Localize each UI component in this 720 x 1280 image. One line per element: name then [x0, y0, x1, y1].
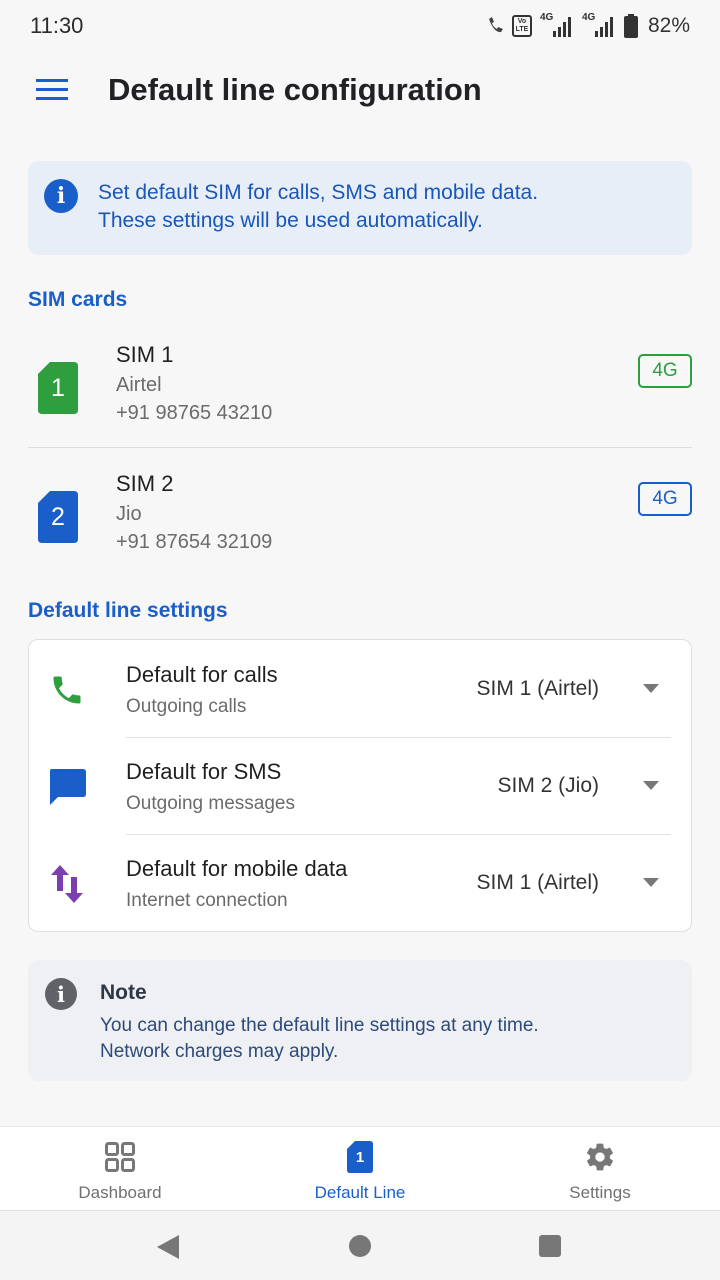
info-line-1: Set default SIM for calls, SMS and mobil…: [98, 181, 539, 204]
page-title: Default line configuration: [108, 72, 482, 107]
default-data-title: Default for mobile data: [126, 856, 348, 881]
nav-default-line-label: Default Line: [314, 1183, 406, 1202]
note-text: You can change the default line settings…: [100, 1013, 539, 1065]
info-text: Set default SIM for calls, SMS and mobil…: [98, 179, 538, 235]
system-navigation-bar: [0, 1210, 720, 1280]
note-line-2: Network charges may apply.: [100, 1041, 339, 1062]
sim-1-carrier: Airtel: [116, 374, 162, 396]
sim-card-1[interactable]: 1 SIM 1 Airtel +91 98765 43210 4G: [28, 342, 692, 462]
default-calls-title: Default for calls: [126, 662, 278, 687]
hamburger-menu-icon: [36, 79, 68, 100]
home-icon[interactable]: [349, 1235, 371, 1257]
message-icon: [47, 767, 87, 807]
battery-icon: [623, 14, 638, 38]
note-title: Note: [100, 981, 147, 1004]
note-line-1: You can change the default line settings…: [100, 1015, 539, 1036]
nav-default-line[interactable]: 1 Default Line: [240, 1127, 480, 1210]
sim-1-number: +91 98765 43210: [116, 402, 273, 424]
sim-2-number: +91 87654 32109: [116, 531, 273, 553]
app-bar: Default line configuration: [0, 52, 720, 128]
info-icon: i: [45, 978, 77, 1010]
sim-2-name: SIM 2: [116, 471, 174, 496]
data-transfer-icon: [47, 864, 87, 904]
nav-settings[interactable]: Settings: [480, 1127, 720, 1210]
default-data-subtitle: Internet connection: [126, 890, 288, 911]
info-banner: i Set default SIM for calls, SMS and mob…: [28, 161, 692, 255]
sim2-signal-icon: 4G: [582, 12, 616, 37]
info-line-2: These settings will be used automaticall…: [98, 209, 483, 232]
sim1-signal-icon: 4G: [540, 12, 574, 37]
grid-icon: [104, 1141, 136, 1173]
sim-2-network-badge: 4G: [638, 482, 692, 516]
default-calls-select[interactable]: SIM 1 (Airtel): [476, 677, 599, 701]
recent-apps-icon[interactable]: [539, 1235, 561, 1257]
default-sms-subtitle: Outgoing messages: [126, 793, 295, 814]
default-line-settings-card: Default for calls Outgoing calls SIM 1 (…: [28, 639, 692, 932]
sim-2-chip-icon: 2: [38, 491, 78, 543]
gear-icon: [584, 1141, 616, 1173]
volte-icon: Vo LTE: [511, 15, 532, 37]
sim-icon: 1: [344, 1141, 376, 1173]
note-card: i Note You can change the default line s…: [28, 960, 692, 1081]
default-sms-row[interactable]: Default for SMS Outgoing messages SIM 2 …: [29, 737, 693, 834]
nav-dashboard-label: Dashboard: [78, 1183, 162, 1202]
info-icon: i: [44, 179, 78, 213]
nav-settings-label: Settings: [569, 1183, 631, 1202]
status-icons: Vo LTE 4G 4G 82%: [486, 12, 690, 38]
bottom-navigation: Dashboard 1 Default Line Settings: [0, 1126, 720, 1210]
sim-1-network-badge: 4G: [638, 354, 692, 388]
back-icon[interactable]: [157, 1235, 179, 1259]
default-calls-subtitle: Outgoing calls: [126, 696, 247, 717]
sim-card-2[interactable]: 2 SIM 2 Jio +91 87654 32109 4G: [28, 471, 692, 591]
default-line-section-title: Default line settings: [28, 599, 228, 622]
chevron-down-icon[interactable]: [643, 684, 659, 693]
default-data-row[interactable]: Default for mobile data Internet connect…: [29, 834, 693, 931]
menu-button[interactable]: [28, 66, 76, 114]
phone-icon: [47, 670, 87, 710]
default-data-select[interactable]: SIM 1 (Airtel): [476, 871, 599, 895]
sim-cards-section-title: SIM cards: [28, 288, 128, 311]
nav-dashboard[interactable]: Dashboard: [0, 1127, 240, 1210]
default-sms-title: Default for SMS: [126, 759, 282, 784]
call-forward-icon: [488, 17, 503, 33]
battery-percent: 82%: [647, 14, 690, 37]
sim-divider: [28, 447, 692, 448]
sim-1-chip-icon: 1: [38, 362, 78, 414]
status-time: 11:30: [30, 13, 84, 38]
chevron-down-icon[interactable]: [643, 878, 659, 887]
default-sms-select[interactable]: SIM 2 (Jio): [497, 774, 599, 798]
sim-2-carrier: Jio: [116, 503, 142, 525]
chevron-down-icon[interactable]: [643, 781, 659, 790]
sim-1-name: SIM 1: [116, 342, 174, 367]
status-bar: 11:30 Vo LTE 4G 4G 82%: [0, 0, 720, 52]
default-calls-row[interactable]: Default for calls Outgoing calls SIM 1 (…: [29, 640, 693, 737]
